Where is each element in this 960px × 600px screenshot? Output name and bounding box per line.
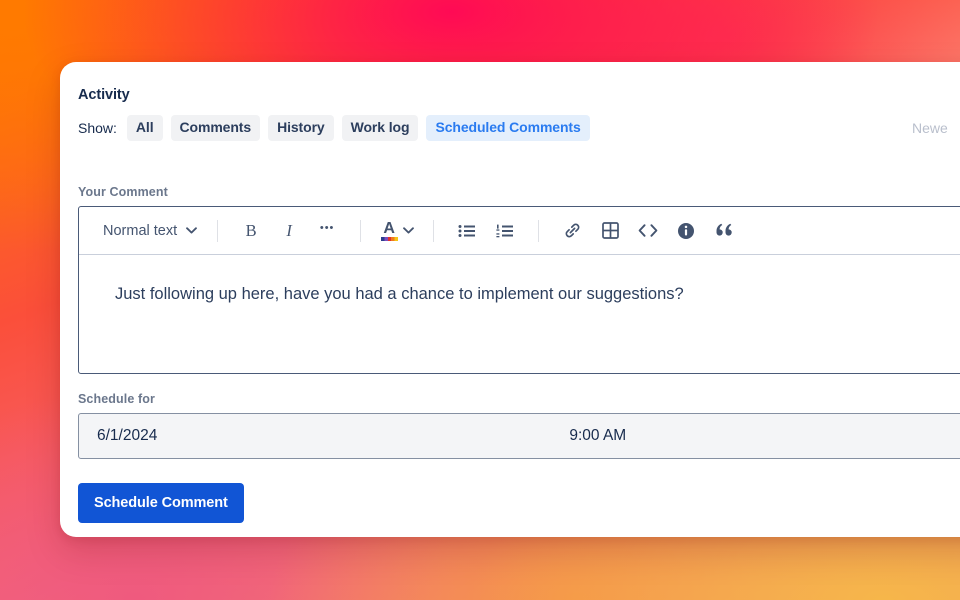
tab-history[interactable]: History xyxy=(268,115,334,141)
quote-button[interactable] xyxy=(710,217,738,245)
bullet-list-button[interactable] xyxy=(453,217,481,245)
tab-scheduled-comments[interactable]: Scheduled Comments xyxy=(426,115,590,141)
editor-toolbar: Normal text B I ••• A xyxy=(79,207,960,255)
numbered-list-icon xyxy=(496,224,514,237)
toolbar-divider-3 xyxy=(433,219,435,242)
show-label: Show: xyxy=(78,120,117,136)
numbered-list-button[interactable] xyxy=(491,217,519,245)
italic-icon: I xyxy=(286,220,292,240)
bold-icon: B xyxy=(245,220,257,240)
code-icon xyxy=(638,224,658,237)
info-icon xyxy=(678,222,695,239)
more-formatting-button[interactable]: ••• xyxy=(313,214,341,248)
tab-all[interactable]: All xyxy=(126,115,163,141)
schedule-date-value[interactable]: 6/1/2024 xyxy=(97,427,157,445)
toolbar-divider-2 xyxy=(360,219,362,242)
text-color-icon: A xyxy=(380,220,398,241)
your-comment-label: Your Comment xyxy=(78,185,168,199)
tab-comments[interactable]: Comments xyxy=(170,115,261,141)
schedule-comment-button[interactable]: Schedule Comment xyxy=(78,483,244,523)
schedule-for-label: Schedule for xyxy=(78,392,155,406)
text-style-dropdown[interactable]: Normal text xyxy=(97,219,203,243)
italic-button[interactable]: I xyxy=(275,217,303,245)
chevron-down-icon xyxy=(403,227,415,234)
text-style-label: Normal text xyxy=(103,222,178,239)
text-color-button[interactable]: A xyxy=(380,220,415,241)
activity-card: Activity Show: All Comments History Work… xyxy=(60,62,960,537)
page-title: Activity xyxy=(78,87,130,103)
link-button[interactable] xyxy=(558,217,586,245)
comment-editor[interactable]: Normal text B I ••• A Just following up … xyxy=(78,206,960,374)
schedule-datetime-field[interactable]: 6/1/2024 9:00 AM xyxy=(78,413,960,459)
code-button[interactable] xyxy=(634,217,662,245)
activity-filter-bar: Show: All Comments History Work log Sche… xyxy=(78,114,960,142)
chevron-down-icon xyxy=(186,227,198,234)
info-button[interactable] xyxy=(672,217,700,245)
table-icon xyxy=(601,222,619,239)
comment-text[interactable]: Just following up here, have you had a c… xyxy=(79,255,960,305)
bullet-list-icon xyxy=(458,224,476,237)
table-button[interactable] xyxy=(596,217,624,245)
toolbar-divider-1 xyxy=(217,219,219,242)
tab-work-log[interactable]: Work log xyxy=(341,115,419,141)
ellipsis-icon: ••• xyxy=(319,221,335,234)
toolbar-divider-4 xyxy=(538,219,540,242)
sort-order-label[interactable]: Newe xyxy=(912,120,948,136)
quote-icon xyxy=(716,223,732,236)
bold-button[interactable]: B xyxy=(237,217,265,245)
link-icon xyxy=(565,223,580,238)
schedule-time-value[interactable]: 9:00 AM xyxy=(569,427,626,445)
